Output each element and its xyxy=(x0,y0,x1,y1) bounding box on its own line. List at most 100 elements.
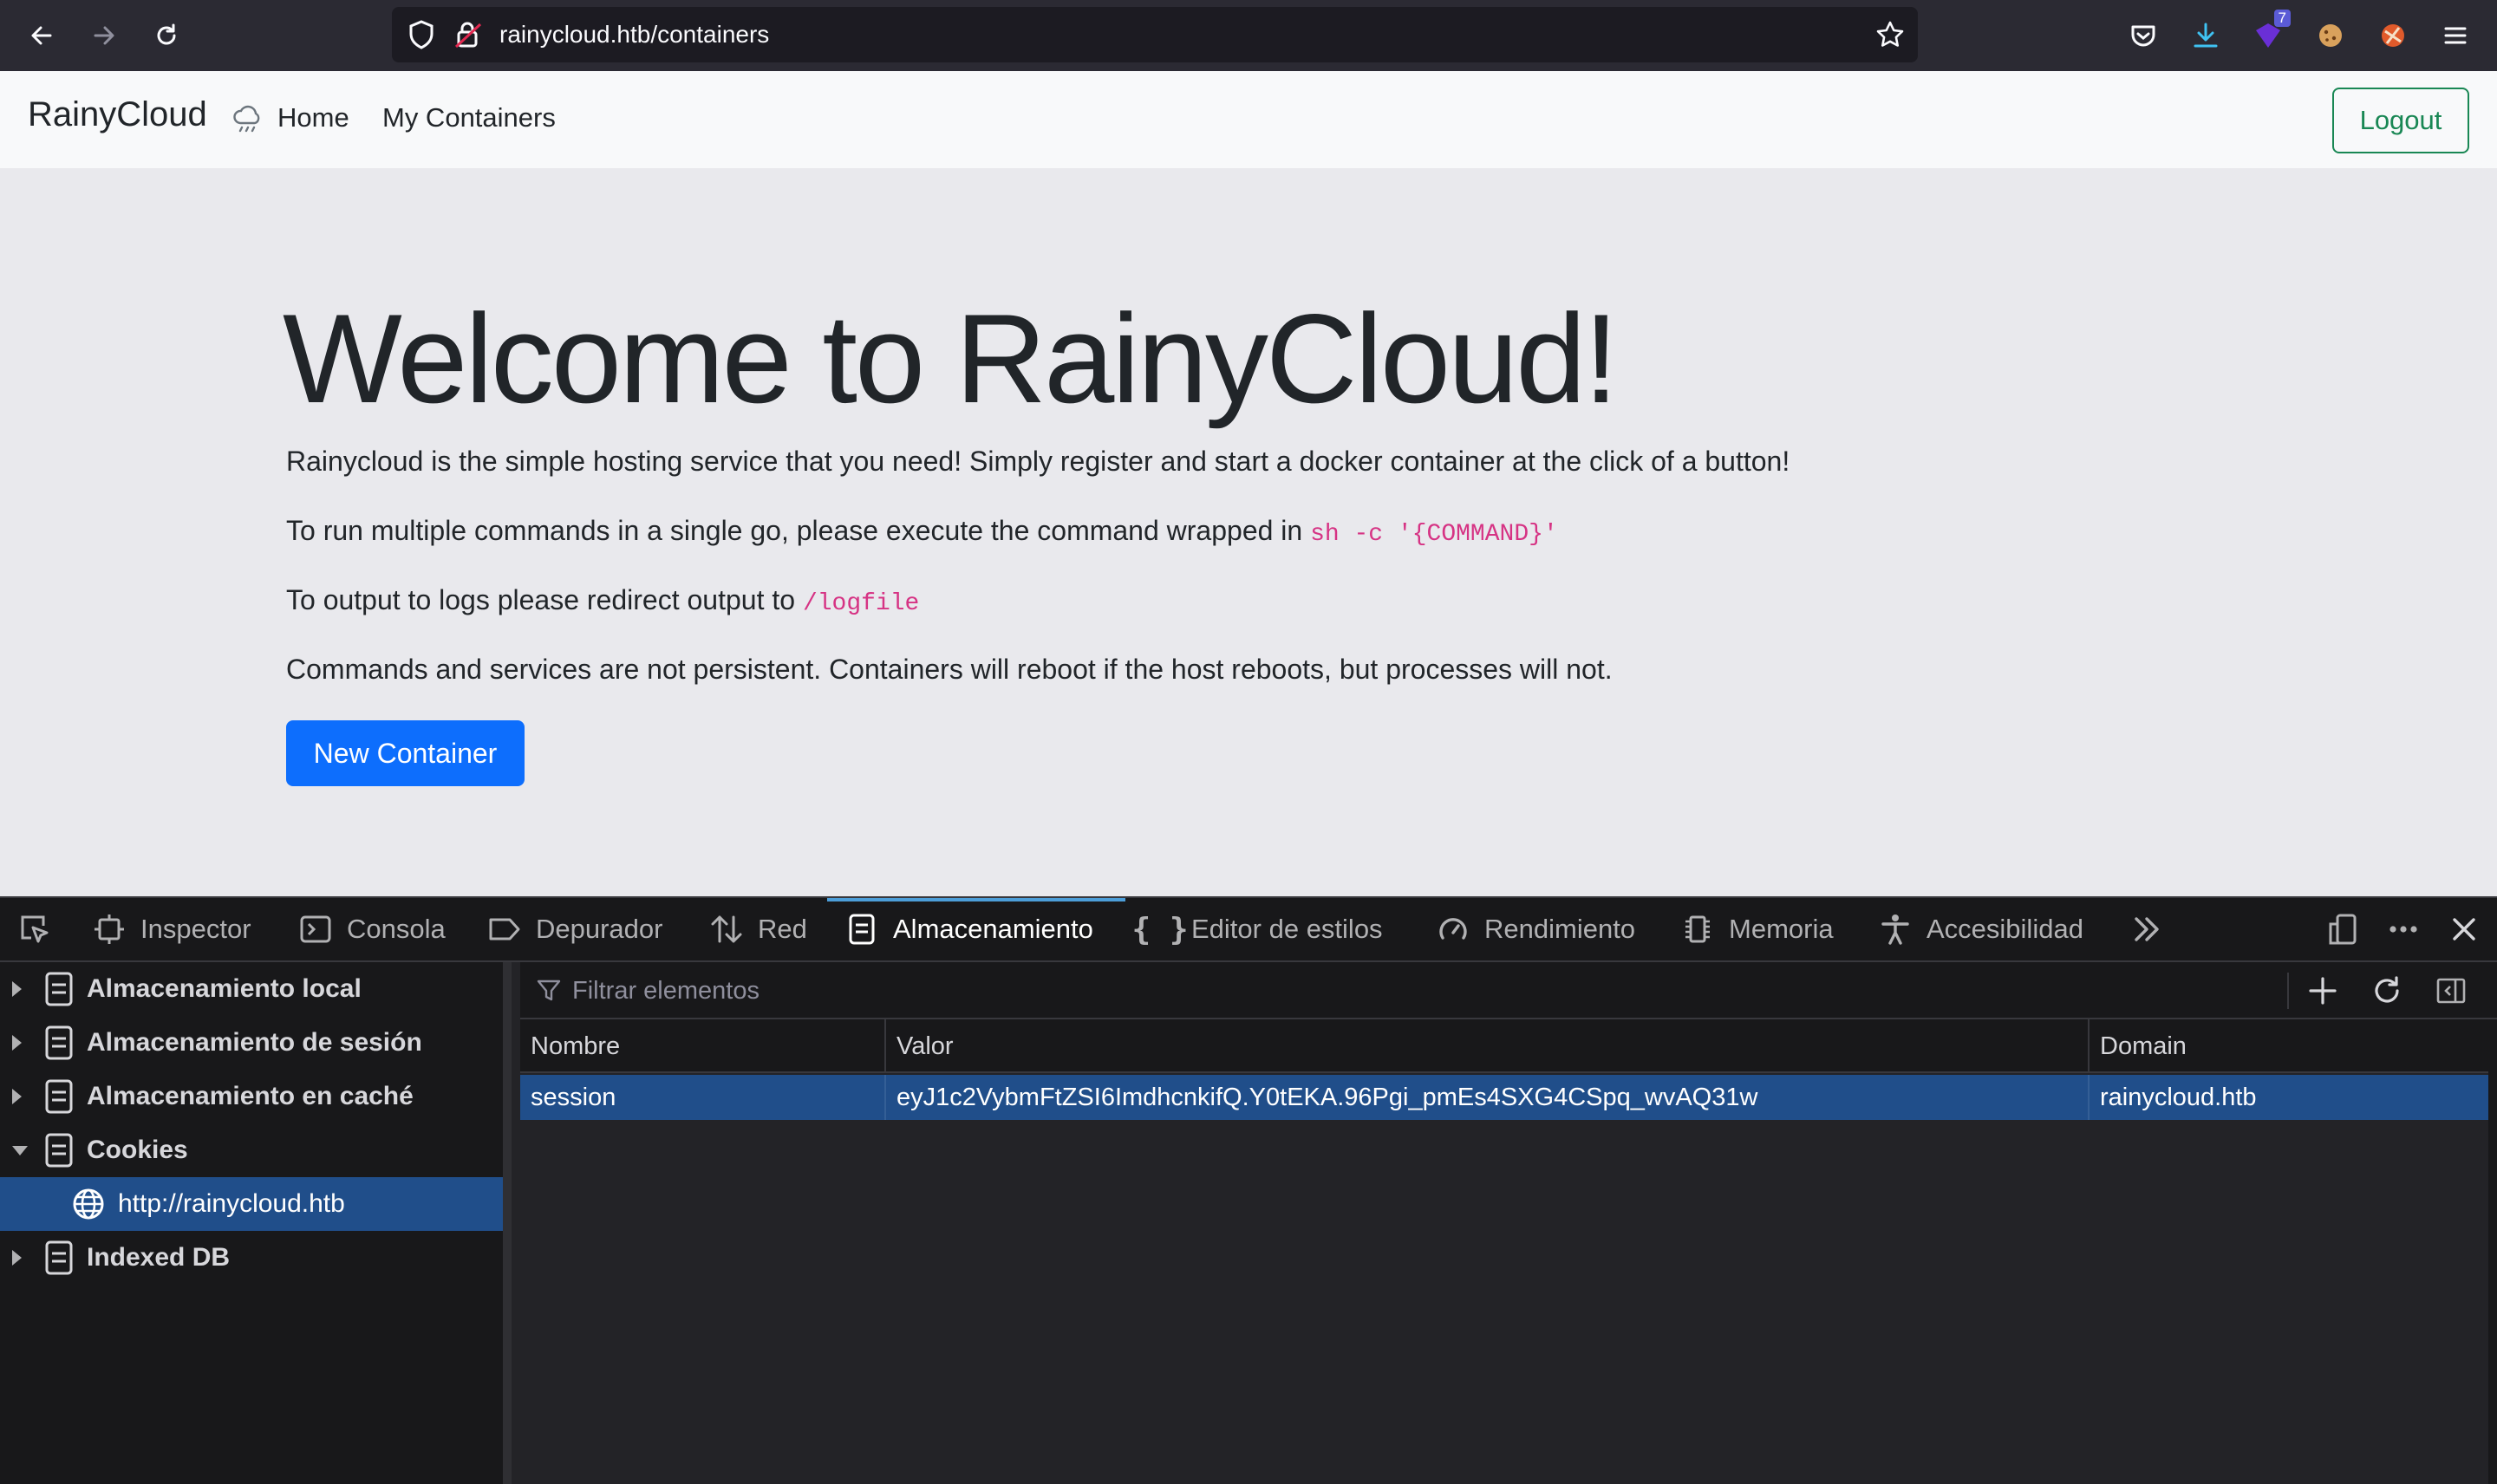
column-divider[interactable] xyxy=(2088,1019,2090,1073)
tab-inspector-label: Inspector xyxy=(140,914,251,944)
persistence-paragraph: Commands and services are not persistent… xyxy=(286,654,1613,685)
globe-icon xyxy=(73,1188,104,1220)
cookie-domain-cell[interactable]: rainycloud.htb xyxy=(2100,1075,2257,1120)
tab-memory[interactable]: Memoria xyxy=(1680,898,1834,960)
hamburger-menu-icon[interactable] xyxy=(2435,15,2476,56)
logs-text: To output to logs please redirect output… xyxy=(286,584,803,615)
expand-arrow-icon[interactable] xyxy=(12,1089,22,1104)
reload-icon[interactable] xyxy=(146,15,187,56)
tree-item-cache-storage[interactable]: Almacenamiento en caché xyxy=(0,1070,503,1123)
toggle-sidebar-icon[interactable] xyxy=(2435,974,2468,1007)
column-header-name[interactable]: Nombre xyxy=(531,1019,620,1073)
table-row[interactable]: session eyJ1c2VybmFtZSI6ImdhcnkifQ.Y0tEK… xyxy=(520,1075,2488,1120)
new-container-button[interactable]: New Container xyxy=(286,720,525,786)
cookie-value-cell[interactable]: eyJ1c2VybmFtZSI6ImdhcnkifQ.Y0tEKA.96Pgi_… xyxy=(896,1075,1757,1120)
tab-inspector[interactable]: Inspector xyxy=(92,898,251,960)
back-arrow-icon[interactable] xyxy=(21,15,62,56)
scrollbar-gutter[interactable] xyxy=(2488,1019,2497,1484)
nav-link-home[interactable]: Home xyxy=(277,102,349,133)
tree-item-label: Cookies xyxy=(87,1136,188,1164)
cookie-name-cell[interactable]: session xyxy=(531,1075,616,1120)
tab-memory-label: Memoria xyxy=(1729,914,1834,944)
commands-text: To run multiple commands in a single go,… xyxy=(286,515,1311,546)
column-header-domain[interactable]: Domain xyxy=(2100,1019,2187,1073)
extension-shield-icon[interactable]: 7 xyxy=(2247,10,2291,56)
tree-item-label: Almacenamiento en caché xyxy=(87,1082,414,1110)
avatar-extension-icon[interactable] xyxy=(2372,15,2414,56)
brand-link[interactable]: RainyCloud xyxy=(28,95,207,134)
commands-paragraph: To run multiple commands in a single go,… xyxy=(286,515,1558,548)
tab-network[interactable]: Red xyxy=(709,898,807,960)
more-tabs-button[interactable] xyxy=(2129,898,2164,960)
console-icon xyxy=(298,912,333,947)
tree-item-cookies[interactable]: Cookies xyxy=(0,1123,503,1177)
tab-storage[interactable]: Almacenamiento xyxy=(844,898,1093,960)
toolbar-divider xyxy=(2287,973,2289,1009)
element-picker-button[interactable] xyxy=(17,898,52,960)
cookie-extension-icon[interactable] xyxy=(2310,15,2351,56)
tree-item-label: Indexed DB xyxy=(87,1243,231,1272)
tree-item-label: Almacenamiento de sesión xyxy=(87,1028,422,1057)
tree-item-label: Almacenamiento local xyxy=(87,974,362,1003)
storage-icon xyxy=(844,912,879,947)
extension-badge: 7 xyxy=(2273,10,2291,27)
debugger-icon xyxy=(487,912,522,947)
logfile-code: /logfile xyxy=(802,590,920,617)
tree-item-label: http://rainycloud.htb xyxy=(118,1189,345,1218)
devtools-options-button[interactable] xyxy=(2386,898,2421,960)
filter-input[interactable]: Filtrar elementos xyxy=(572,962,760,1019)
storage-icon xyxy=(45,1133,73,1168)
expand-arrow-icon[interactable] xyxy=(12,1250,22,1266)
browser-toolbar: rainycloud.htb/containers 7 xyxy=(0,0,2497,71)
storage-icon xyxy=(45,1079,73,1114)
responsive-design-icon xyxy=(2325,912,2360,947)
downloads-icon[interactable] xyxy=(2185,15,2226,56)
tab-performance[interactable]: Rendimiento xyxy=(1436,898,1635,960)
responsive-design-button[interactable] xyxy=(2325,898,2360,960)
tab-console[interactable]: Consola xyxy=(298,898,446,960)
close-icon xyxy=(2447,912,2481,947)
devtools-panel: Inspector Consola Depurador Red Almacena… xyxy=(0,896,2497,1484)
storage-icon xyxy=(45,972,73,1006)
url-bar[interactable]: rainycloud.htb/containers xyxy=(392,7,1918,62)
memory-icon xyxy=(1680,912,1715,947)
close-devtools-button[interactable] xyxy=(2447,898,2481,960)
collapse-arrow-icon[interactable] xyxy=(12,1145,28,1155)
tracking-protection-shield-icon[interactable] xyxy=(406,19,437,55)
nav-link-my-containers[interactable]: My Containers xyxy=(382,102,556,133)
column-divider xyxy=(2088,1075,2090,1120)
cloud-icon xyxy=(232,104,264,138)
table-header: Nombre Valor Domain xyxy=(520,1019,2497,1073)
filter-bar: Filtrar elementos xyxy=(520,962,2497,1019)
site-navbar: RainyCloud Home My Containers Logout xyxy=(0,71,2497,168)
tab-accessibility[interactable]: Accesibilidad xyxy=(1878,898,2083,960)
bookmark-star-icon[interactable] xyxy=(1874,19,1906,55)
insecure-lock-icon[interactable] xyxy=(453,19,484,55)
refresh-icon[interactable] xyxy=(2370,974,2403,1007)
column-divider[interactable] xyxy=(884,1019,886,1073)
add-item-icon[interactable] xyxy=(2306,974,2339,1007)
performance-icon xyxy=(1436,912,1470,947)
column-header-value[interactable]: Valor xyxy=(896,1019,954,1073)
expand-arrow-icon[interactable] xyxy=(12,981,22,997)
tab-debugger-label: Depurador xyxy=(536,914,663,944)
tree-item-indexed-db[interactable]: Indexed DB xyxy=(0,1231,503,1285)
tree-item-local-storage[interactable]: Almacenamiento local xyxy=(0,962,503,1016)
url-text[interactable]: rainycloud.htb/containers xyxy=(499,7,769,62)
tree-item-cookie-host[interactable]: http://rainycloud.htb xyxy=(0,1177,503,1231)
style-editor-icon: { } xyxy=(1131,911,1189,947)
inspector-icon xyxy=(92,912,127,947)
logout-button[interactable]: Logout xyxy=(2332,88,2469,153)
tab-style-editor[interactable]: { } Editor de estilos xyxy=(1131,898,1382,960)
storage-table-panel: Filtrar elementos Nombre Valor Domain se… xyxy=(520,962,2497,1484)
network-icon xyxy=(709,912,744,947)
expand-arrow-icon[interactable] xyxy=(12,1035,22,1051)
tree-item-session-storage[interactable]: Almacenamiento de sesión xyxy=(0,1016,503,1070)
command-code: sh -c '{COMMAND}' xyxy=(1310,521,1558,548)
tab-storage-label: Almacenamiento xyxy=(893,914,1093,944)
forward-arrow-icon[interactable] xyxy=(83,15,125,56)
tab-debugger[interactable]: Depurador xyxy=(487,898,662,960)
tab-accessibility-label: Accesibilidad xyxy=(1927,914,2083,944)
filter-icon xyxy=(537,980,561,1001)
pocket-icon[interactable] xyxy=(2122,15,2164,56)
